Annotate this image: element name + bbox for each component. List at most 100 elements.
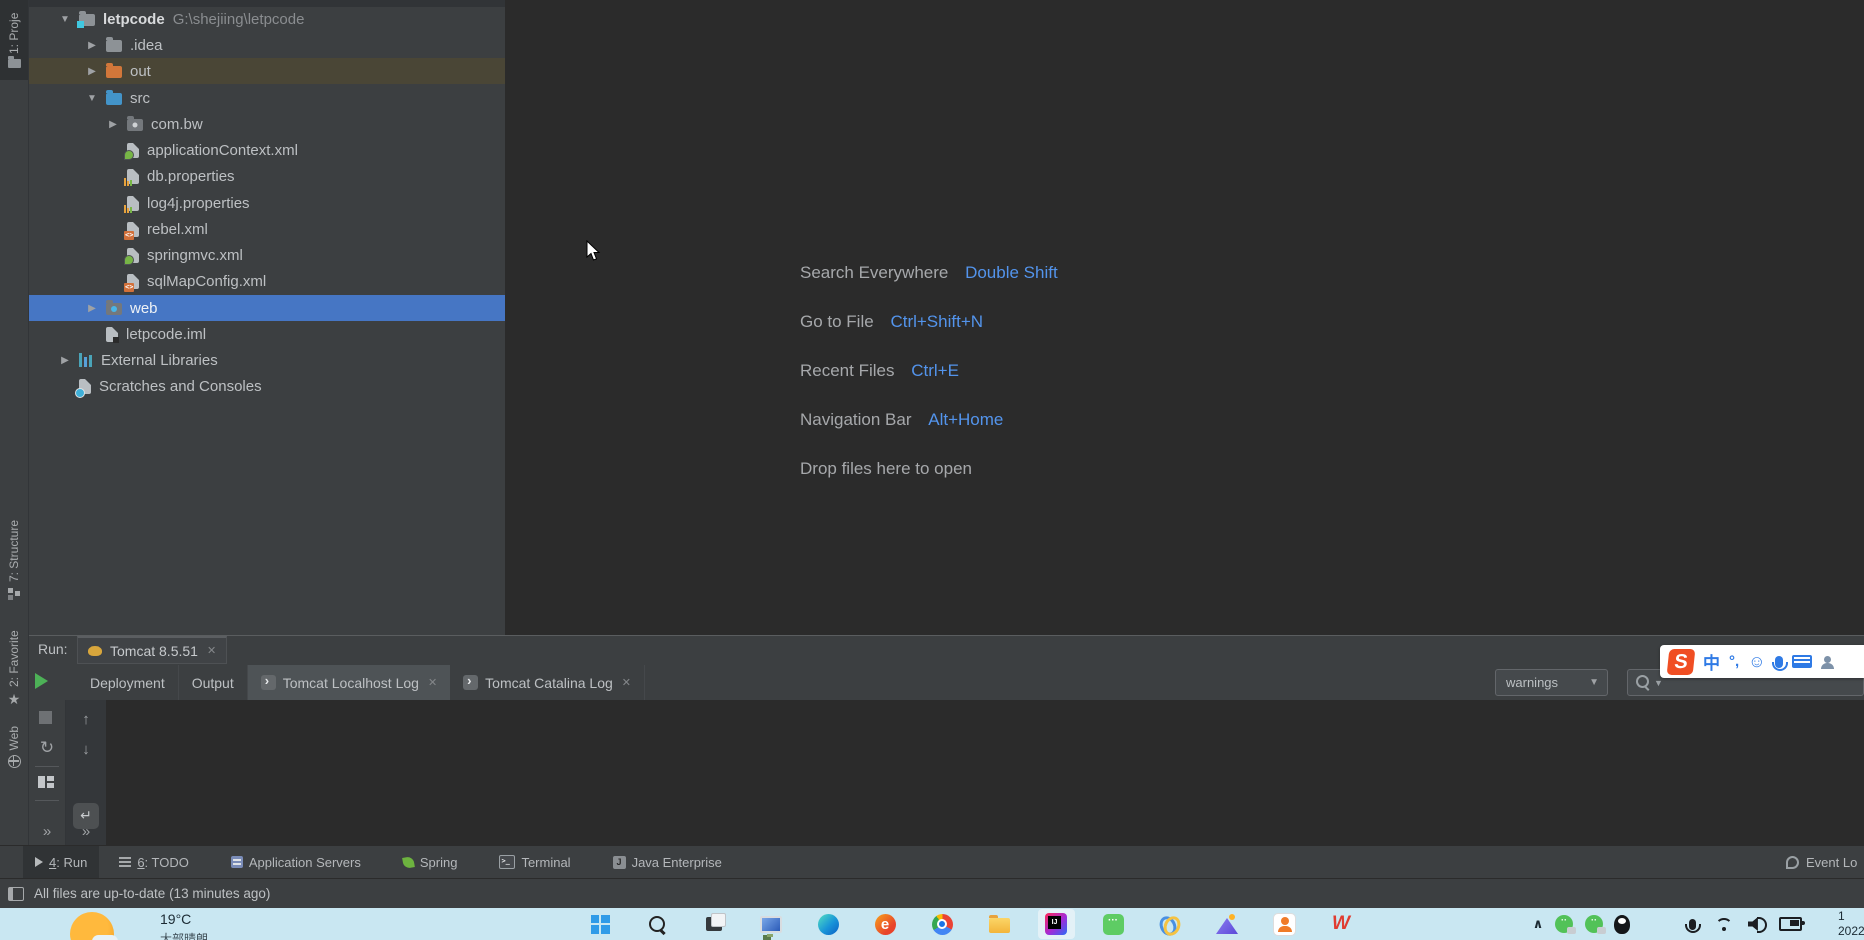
microphone-icon (1689, 919, 1696, 930)
expand-arrow-icon[interactable]: ▼ (57, 14, 73, 25)
close-icon[interactable]: ✕ (622, 676, 631, 689)
tray-battery[interactable] (1778, 912, 1802, 936)
tray-expand-button[interactable]: ∧ (1526, 912, 1550, 936)
expand-arrow-icon[interactable]: ▼ (84, 93, 100, 104)
weather-desc-label[interactable]: 大部晴朗 (160, 930, 208, 940)
task-view-button[interactable] (702, 912, 726, 936)
computer-icon (760, 916, 782, 933)
tree-row-letpcode[interactable]: ▼ letpcode G:\shejiing\letpcode (29, 6, 505, 32)
tree-label: External Libraries (101, 352, 218, 369)
edge-app[interactable] (816, 912, 840, 936)
qq-penguin-icon (1614, 915, 1630, 934)
wps-app[interactable]: W (1329, 912, 1353, 936)
tree-row-combw[interactable]: ▶ com.bw (29, 111, 505, 137)
tree-row-web-selected[interactable]: ▶ web (29, 295, 505, 321)
tray-green-chat-1[interactable] (1552, 912, 1576, 936)
run-config-tab[interactable]: Tomcat 8.5.51 ✕ (77, 636, 227, 664)
tree-row-scratches[interactable]: Scratches and Consoles (29, 373, 505, 399)
voice-input-icon[interactable] (1775, 656, 1783, 668)
more-icon[interactable]: » (66, 824, 106, 840)
console-output[interactable] (106, 700, 1864, 846)
toolwindow-label: Terminal (521, 855, 570, 870)
run-play-icon[interactable] (35, 673, 48, 689)
log-level-filter-dropdown[interactable]: warnings ▼ (1495, 669, 1608, 696)
punctuation-icon[interactable]: °, (1729, 653, 1739, 670)
toolwindow-run-button[interactable]: 4: Run (23, 846, 99, 878)
collapse-arrow-icon[interactable]: ▶ (84, 40, 100, 51)
taskbar-clock[interactable]: 1 2022/ (1838, 909, 1864, 939)
tool-window-bar: 4: Run 6: TODO Application Servers Sprin… (0, 845, 1864, 878)
collapse-arrow-icon[interactable]: ▶ (105, 119, 121, 130)
terminal-icon (499, 855, 515, 869)
taskbar-search-button[interactable] (645, 912, 669, 936)
weather-icon[interactable] (70, 912, 114, 940)
collapse-arrow-icon[interactable]: ▶ (84, 66, 100, 77)
tree-row-log4j[interactable]: log4j.properties (29, 190, 505, 216)
wechat-app[interactable] (1101, 912, 1125, 936)
tray-volume[interactable] (1744, 912, 1768, 936)
toolwindow-application-servers-button[interactable]: Application Servers (219, 846, 373, 878)
tab-deployment[interactable]: Deployment (77, 665, 179, 700)
tree-label: src (130, 90, 150, 107)
tree-row-applicationcontext[interactable]: applicationContext.xml (29, 137, 505, 163)
event-log-button[interactable]: Event Lo (1778, 846, 1864, 878)
soft-keyboard-icon[interactable] (1792, 655, 1812, 668)
tree-label: rebel.xml (147, 221, 208, 238)
collapse-arrow-icon[interactable]: ▶ (84, 303, 100, 314)
tree-row-dbproperties[interactable]: db.properties (29, 163, 505, 189)
stop-icon[interactable] (39, 711, 52, 724)
contacts-app[interactable] (1272, 912, 1296, 936)
sidebar-item-structure[interactable]: 7: Structure (0, 520, 28, 600)
toolwindow-terminal-button[interactable]: Terminal (487, 846, 582, 878)
tree-row-src[interactable]: ▼ src (29, 85, 505, 111)
emoji-icon[interactable]: ☺ (1748, 652, 1765, 672)
down-stacktrace-icon[interactable]: ↓ (66, 742, 106, 758)
toolwindow-label: Java Enterprise (632, 855, 722, 870)
intellij-idea-app[interactable] (1044, 912, 1068, 936)
console-icon (463, 675, 478, 690)
tree-row-external-libraries[interactable]: ▶ External Libraries (29, 347, 505, 373)
sidebar-item-project[interactable]: 1: Proje (0, 0, 28, 80)
tree-row-iml[interactable]: letpcode.iml (29, 321, 505, 347)
chevron-down-icon: ▼ (1654, 678, 1663, 688)
tab-tomcat-localhost-log[interactable]: Tomcat Localhost Log ✕ (248, 665, 450, 700)
tree-row-out[interactable]: ▶ out (29, 58, 505, 84)
mountain-app[interactable] (1215, 912, 1239, 936)
start-button[interactable] (588, 912, 612, 936)
temperature-label[interactable]: 19°C (160, 911, 191, 927)
tray-wifi[interactable] (1712, 912, 1736, 936)
ime-account-icon[interactable] (1821, 656, 1833, 668)
close-icon[interactable]: ✕ (207, 644, 216, 657)
tree-row-idea[interactable]: ▶ .idea (29, 32, 505, 58)
collapse-arrow-icon[interactable]: ▶ (57, 355, 73, 366)
sidebar-item-favorites[interactable]: 2: Favorites ★ (0, 630, 28, 706)
windows-logo-icon (591, 915, 610, 934)
sidebar-item-web[interactable]: Web (0, 726, 28, 778)
explorer-app[interactable] (987, 912, 1011, 936)
toolwindow-java-enterprise-button[interactable]: Java Enterprise (601, 846, 734, 878)
up-stacktrace-icon[interactable]: ↑ (66, 712, 106, 728)
tab-tomcat-catalina-log[interactable]: Tomcat Catalina Log ✕ (450, 665, 645, 700)
tree-label: letpcode.iml (126, 326, 206, 343)
tree-row-sqlmapconfig[interactable]: sqlMapConfig.xml (29, 268, 505, 294)
sogou-logo-icon[interactable]: S (1667, 649, 1696, 675)
more-icon[interactable]: » (29, 824, 65, 840)
toolwindow-todo-button[interactable]: 6: TODO (107, 846, 201, 878)
toggle-toolwindows-icon[interactable] (8, 887, 24, 901)
search-icon (1636, 675, 1649, 688)
chinese-mode-icon[interactable]: 中 (1703, 649, 1720, 674)
rings-app[interactable] (1158, 912, 1182, 936)
tray-microphone[interactable] (1680, 912, 1704, 936)
tray-green-chat-2[interactable] (1582, 912, 1606, 936)
browser-e-app[interactable]: e (873, 912, 897, 936)
rerun-icon[interactable]: ↻ (29, 740, 65, 756)
tree-row-springmvc[interactable]: springmvc.xml (29, 242, 505, 268)
layout-icon[interactable] (38, 776, 54, 788)
file-manager-app[interactable] (759, 912, 783, 936)
close-icon[interactable]: ✕ (428, 676, 437, 689)
tab-output[interactable]: Output (179, 665, 248, 700)
chrome-app[interactable] (930, 912, 954, 936)
tray-qq[interactable] (1610, 912, 1634, 936)
toolwindow-spring-button[interactable]: Spring (391, 846, 470, 878)
tree-row-rebel[interactable]: rebel.xml (29, 216, 505, 242)
